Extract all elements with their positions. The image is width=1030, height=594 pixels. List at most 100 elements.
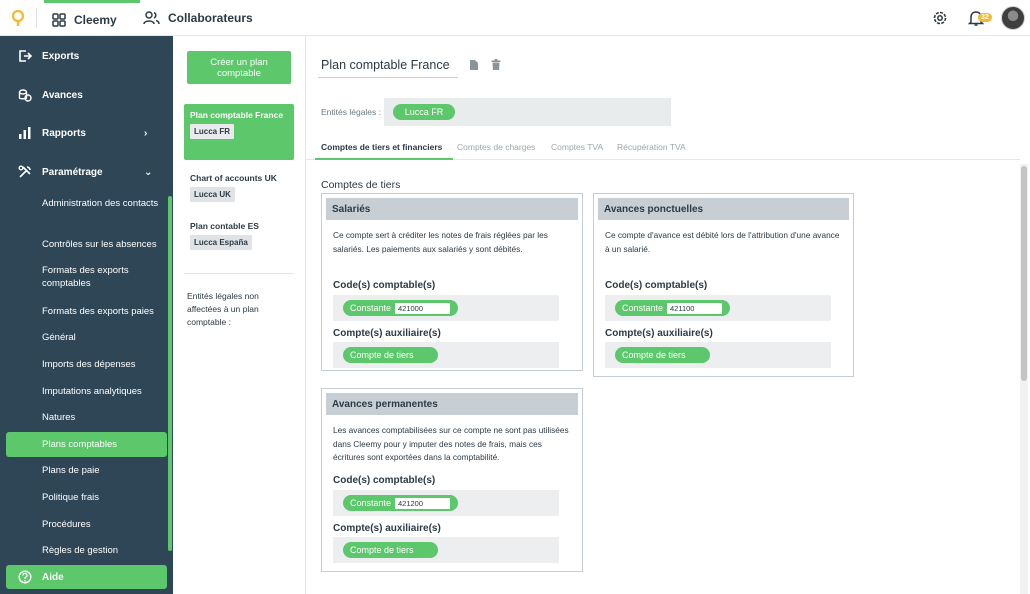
sidebar-subitem-regles-gestion[interactable]: Règles de gestion [42,544,162,557]
account-card-avances-permanentes: Avances permanentes Les avances comptabi… [321,388,583,572]
help-label: Aide [42,571,64,583]
constant-pill[interactable]: Constante 421100 [615,300,730,316]
export-icon [19,50,32,62]
aux-field[interactable]: Compte de tiers [333,342,559,368]
card-description: Ce compte d'avance est débité lors de l'… [605,230,840,254]
entities-label: Entités légales : [321,107,382,117]
sidebar-item-label: Rapports [42,127,86,139]
sidebar-subitem-imputations-analytiques[interactable]: Imputations analytiques [42,385,162,398]
sidebar-subitem-politique-frais[interactable]: Politique frais [42,491,162,504]
sidebar-subitem-general[interactable]: Général [42,331,162,344]
card-title: Avances ponctuelles [598,198,849,220]
sidebar-subitem-formats-exports-comptables[interactable]: Formats des exports comptables [42,264,162,290]
plan-item-name: Chart of accounts UK [190,173,277,183]
code-value-input[interactable]: 421100 [667,303,722,314]
code-value-input[interactable]: 421000 [395,303,450,314]
constant-pill[interactable]: Constante 421200 [343,495,458,511]
card-title: Avances permanentes [326,393,578,415]
plan-item-uk[interactable]: Chart of accounts UK Lucca UK [184,167,294,207]
chevron-right-icon: › [144,127,148,139]
sidebar-item-parametrage[interactable]: Paramétrage ⌄ [0,157,168,187]
tab-comptes-tva[interactable]: Comptes TVA [551,142,603,152]
tab-comptes-charges[interactable]: Comptes de charges [457,142,535,152]
tiers-pill[interactable]: Compte de tiers [343,542,438,558]
main-content: Plan comptable France Entités légales : … [306,36,1030,594]
lucca-logo-icon[interactable] [9,9,27,27]
sidebar: Exports Avances Rapports › Paramétrage ⌄… [0,36,173,594]
sidebar-item-label: Exports [42,50,80,62]
sidebar-subitem-procedures[interactable]: Procédures [42,518,162,531]
constant-label: Constante [350,498,392,508]
help-icon [18,570,32,584]
sidebar-item-label: Avances [42,89,83,101]
grid-icon [52,12,66,27]
app-tab-cleemy[interactable]: Cleemy [44,0,140,36]
card-title: Salariés [326,198,578,220]
constant-label: Constante [622,303,664,313]
sidebar-item-avances[interactable]: Avances [0,80,168,110]
entities-field[interactable]: Lucca FR [384,98,671,126]
plan-entity-tag: Lucca España [190,235,252,250]
code-label: Code(s) comptable(s) [333,280,436,291]
copy-icon[interactable] [469,59,479,71]
code-value-input[interactable]: 421200 [395,498,450,509]
sidebar-item-rapports[interactable]: Rapports › [0,118,168,148]
plans-list-panel: Créer un plan comptable Plan comptable F… [173,36,306,594]
notification-badge: 32 [978,13,992,22]
tab-recuperation-tva[interactable]: Récupération TVA [617,142,686,152]
unassigned-entities-label: Entités légales non affectées à un plan … [187,291,259,327]
sidebar-item-exports[interactable]: Exports [0,41,168,71]
code-field[interactable]: Constante 421200 [333,490,559,516]
main-scrollbar-thumb[interactable] [1021,166,1027,381]
app-tab-label: Collaborateurs [168,11,253,25]
plan-item-name: Plan comptable France [190,110,284,120]
aux-label: Compte(s) auxiliaire(s) [333,328,441,339]
sidebar-subitem-plans-paie[interactable]: Plans de paie [42,464,162,477]
sidebar-subitem-controles-absences[interactable]: Contrôles sur les absences [42,238,162,251]
tiers-pill[interactable]: Compte de tiers [343,347,438,363]
topbar-separator [36,8,37,28]
plans-divider [184,273,294,274]
code-label: Code(s) comptable(s) [333,475,436,486]
aux-label: Compte(s) auxiliaire(s) [333,523,441,534]
help-button[interactable]: Aide [6,565,167,589]
create-plan-button[interactable]: Créer un plan comptable [187,51,291,84]
plan-item-name: Plan contable ES [190,221,259,231]
aux-label: Compte(s) auxiliaire(s) [605,328,713,339]
plan-item-france[interactable]: Plan comptable France Lucca FR [184,104,294,160]
gear-icon[interactable] [931,9,949,27]
users-icon [143,11,160,25]
trash-icon[interactable] [491,59,501,71]
account-card-salaries: Salariés Ce compte sert à créditer les n… [321,193,583,371]
plan-entity-tag: Lucca FR [190,124,235,139]
sidebar-subitem-imports-depenses[interactable]: Imports des dépenses [42,358,162,371]
tiers-pill[interactable]: Compte de tiers [615,347,710,363]
account-card-avances-ponctuelles: Avances ponctuelles Ce compte d'avance e… [593,193,854,377]
app-tab-label: Cleemy [74,12,117,27]
sidebar-subitem-formats-exports-paies[interactable]: Formats des exports paies [42,305,162,318]
constant-pill[interactable]: Constante 421000 [343,300,458,316]
sidebar-subitem-natures[interactable]: Natures [42,411,162,424]
top-bar: Cleemy Collaborateurs 32 [0,0,1030,36]
sidebar-subitem-administration-contacts[interactable]: Administration des contacts [42,197,162,210]
plan-item-es[interactable]: Plan contable ES Lucca España [184,215,294,255]
aux-field[interactable]: Compte de tiers [605,342,831,368]
coins-icon [18,89,32,102]
sidebar-subitem-plans-comptables[interactable]: Plans comptables [6,432,167,457]
app-tab-collaborateurs[interactable]: Collaborateurs [143,0,253,36]
code-field[interactable]: Constante 421100 [605,295,831,321]
sidebar-scrollbar[interactable] [168,196,172,551]
entity-pill[interactable]: Lucca FR [393,104,455,120]
tab-comptes-tiers[interactable]: Comptes de tiers et financiers [321,142,442,152]
card-description: Les avances comptabilisées sur ce compte… [333,425,569,462]
plan-name-input[interactable]: Plan comptable France [318,52,458,78]
card-description: Ce compte sert à créditer les notes de f… [333,230,548,254]
constant-label: Constante [350,303,392,313]
chevron-down-icon: ⌄ [144,166,153,178]
plan-entity-tag: Lucca UK [190,187,235,202]
aux-field[interactable]: Compte de tiers [333,537,559,563]
user-avatar[interactable] [1001,6,1025,30]
bar-chart-icon [19,127,31,139]
main-scrollbar[interactable] [1020,164,1028,594]
code-field[interactable]: Constante 421000 [333,295,559,321]
